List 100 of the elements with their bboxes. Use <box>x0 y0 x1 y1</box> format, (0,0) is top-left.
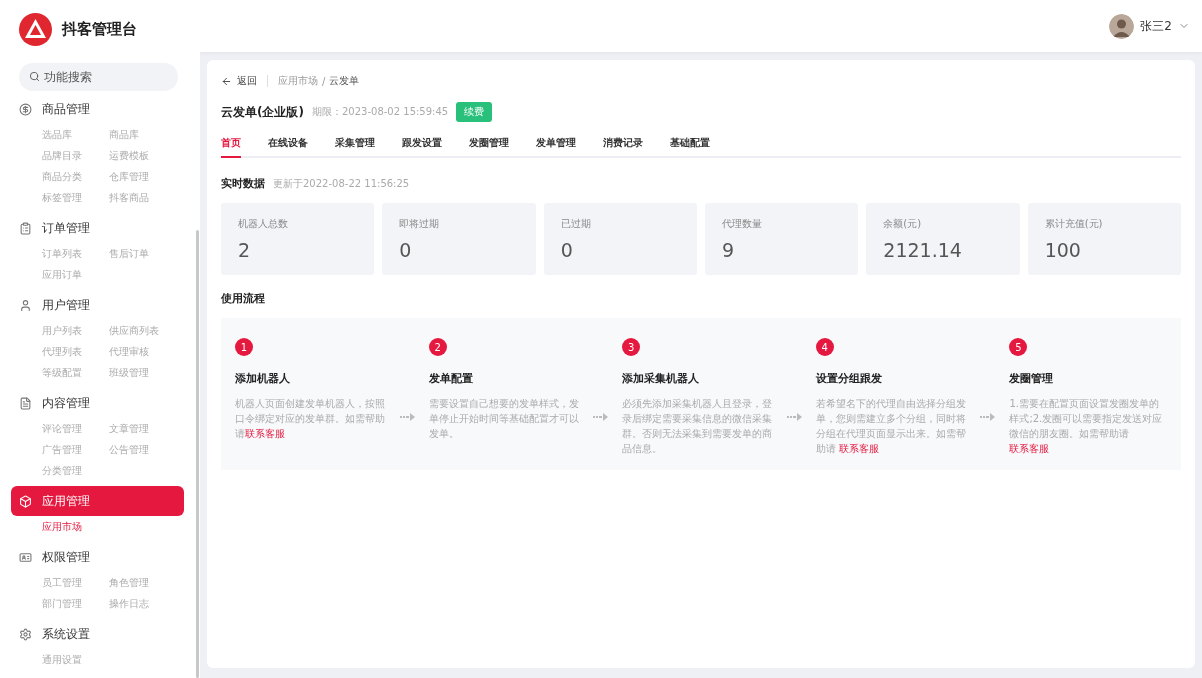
step-title: 设置分组跟发 <box>815 371 883 386</box>
menu-group[interactable]: 用户管理 <box>11 290 184 320</box>
user-icon <box>19 298 32 312</box>
menu-item[interactable]: 仓库管理 <box>109 166 189 187</box>
step-description: 必须先添加采集机器人且登录，登录后绑定需要采集信息的微信采集群。否则无法采集到需要发单的商品信息。 <box>622 397 774 456</box>
menu-group[interactable]: 订单管理 <box>11 213 184 243</box>
step-number: 3 <box>622 338 641 356</box>
tab[interactable]: 跟发设置 <box>402 132 442 158</box>
logo-icon <box>19 12 52 46</box>
step-number: 1 <box>235 338 253 356</box>
menu-item[interactable]: 抖客商品 <box>109 187 189 208</box>
menu-item[interactable]: 选品库 <box>42 124 109 145</box>
arrow-icon <box>399 413 416 421</box>
app-name: 云发单(企业版) <box>221 103 304 121</box>
back-arrow-icon <box>221 75 232 87</box>
step-description: 需要设置自己想要的发单样式，发单停止开始时间等基础配置才可以发单。 <box>428 397 580 441</box>
user-name[interactable]: 张三2 <box>1140 17 1172 35</box>
stat-value: 2 <box>238 239 252 261</box>
menu-item[interactable]: 操作日志 <box>109 593 189 614</box>
step-title: 发圈管理 <box>1009 371 1055 386</box>
renew-button[interactable]: 续费 <box>456 102 493 122</box>
back-link[interactable]: 返回 <box>221 74 257 88</box>
step-description: 1.需要在配置页面设置发圈发单的样式;2.发圈可以需要指定发送对应微信的朋友圈。如需帮助请 联系客服 <box>1009 397 1164 456</box>
stat-value: 0 <box>560 239 574 261</box>
menu-item[interactable]: 售后订单 <box>109 243 189 264</box>
stat-value: 2121.14 <box>883 239 963 261</box>
stat-value: 0 <box>399 239 413 261</box>
gear-icon <box>19 627 32 641</box>
stat-label: 即将过期 <box>399 217 441 231</box>
menu-item[interactable]: 标签管理 <box>42 187 109 208</box>
contact-link[interactable]: 联系客服 <box>1009 443 1050 454</box>
step-number: 2 <box>428 338 447 356</box>
stat-label: 累计充值(元) <box>1044 217 1104 231</box>
menu-item[interactable]: 订单列表 <box>42 243 109 264</box>
menu-item[interactable]: 商品库 <box>109 124 189 145</box>
menu-item[interactable]: 分类管理 <box>42 460 109 481</box>
menu-group[interactable]: 权限管理 <box>11 542 184 572</box>
tab[interactable]: 采集管理 <box>335 132 375 158</box>
menu-item[interactable]: 用户列表 <box>42 320 109 341</box>
arrow-icon <box>786 413 803 421</box>
scrollbar[interactable] <box>196 230 199 678</box>
menu-item[interactable]: 评论管理 <box>42 418 109 439</box>
arrow-icon <box>593 413 610 421</box>
menu-item[interactable]: 等级配置 <box>42 362 109 383</box>
menu-item[interactable]: 通用设置 <box>42 649 109 670</box>
menu-item[interactable]: 运费模板 <box>109 145 189 166</box>
contact-link[interactable]: 联系客服 <box>245 428 285 439</box>
tab[interactable]: 发圈管理 <box>469 132 509 158</box>
id-card-icon <box>19 550 32 564</box>
stat-label: 余额(元) <box>883 217 923 231</box>
menu-group[interactable]: 商品管理 <box>11 94 184 124</box>
menu-item[interactable]: 品牌目录 <box>42 145 109 166</box>
update-time: 更新于2022-08-22 11:56:25 <box>273 176 410 191</box>
step-title: 添加机器人 <box>235 371 291 386</box>
menu-item[interactable]: 文章管理 <box>109 418 189 439</box>
tab[interactable]: 消费记录 <box>603 132 643 158</box>
step-title: 添加采集机器人 <box>622 371 701 386</box>
menu-item[interactable]: 公告管理 <box>109 439 189 460</box>
stat-label: 已过期 <box>560 217 592 231</box>
menu-item[interactable]: 商品分类 <box>42 166 109 187</box>
step-title: 发单配置 <box>428 371 474 386</box>
coin-icon <box>19 102 32 116</box>
step-description: 若希望名下的代理自由选择分组发单，您则需建立多个分组，同时将分组在代理页面显示出来。如需帮助请 联系客服 <box>815 397 967 456</box>
section-title: 使用流程 <box>221 291 265 306</box>
breadcrumb-separator: / <box>322 75 326 87</box>
cube-icon <box>19 494 32 508</box>
clipboard-icon <box>19 221 32 235</box>
step-number: 4 <box>815 338 834 356</box>
step-number: 5 <box>1009 338 1028 356</box>
menu-item[interactable]: 班级管理 <box>109 362 189 383</box>
arrow-icon <box>980 413 997 421</box>
menu-group[interactable]: 系统设置 <box>11 619 184 649</box>
step-description: 机器人页面创建发单机器人，按照口令绑定对应的发单群。如需帮助请联系客服 <box>235 397 386 441</box>
menu-group[interactable]: 应用管理 <box>11 486 184 516</box>
menu-item[interactable]: 广告管理 <box>42 439 109 460</box>
tab[interactable]: 基础配置 <box>670 132 710 158</box>
search-field[interactable]: 功能搜索 <box>19 63 178 91</box>
menu-item[interactable]: 供应商列表 <box>109 320 189 341</box>
menu-item[interactable]: 应用订单 <box>42 264 109 285</box>
stat-label: 机器人总数 <box>238 217 289 231</box>
breadcrumb-item: 云发单 <box>329 74 360 88</box>
tab[interactable]: 首页 <box>221 132 241 158</box>
menu-item[interactable]: 应用市场 <box>42 516 109 537</box>
menu-item[interactable]: 员工管理 <box>42 572 109 593</box>
tab[interactable]: 发单管理 <box>536 132 576 158</box>
avatar[interactable] <box>1109 13 1135 39</box>
document-icon <box>19 396 32 410</box>
menu-group[interactable]: 内容管理 <box>11 388 184 418</box>
stat-value: 9 <box>722 239 736 261</box>
tab[interactable]: 在线设备 <box>268 132 308 158</box>
menu-item[interactable]: 角色管理 <box>109 572 189 593</box>
menu-item[interactable]: 部门管理 <box>42 593 109 614</box>
contact-link[interactable]: 联系客服 <box>838 443 879 454</box>
menu-item[interactable]: 代理列表 <box>42 341 109 362</box>
stat-value: 100 <box>1044 239 1082 261</box>
stat-label: 代理数量 <box>722 217 763 231</box>
search-icon <box>29 71 40 82</box>
app-title: 抖客管理台 <box>62 19 137 39</box>
menu-item[interactable]: 代理审核 <box>109 341 189 362</box>
breadcrumb-item[interactable]: 应用市场 <box>278 74 318 88</box>
